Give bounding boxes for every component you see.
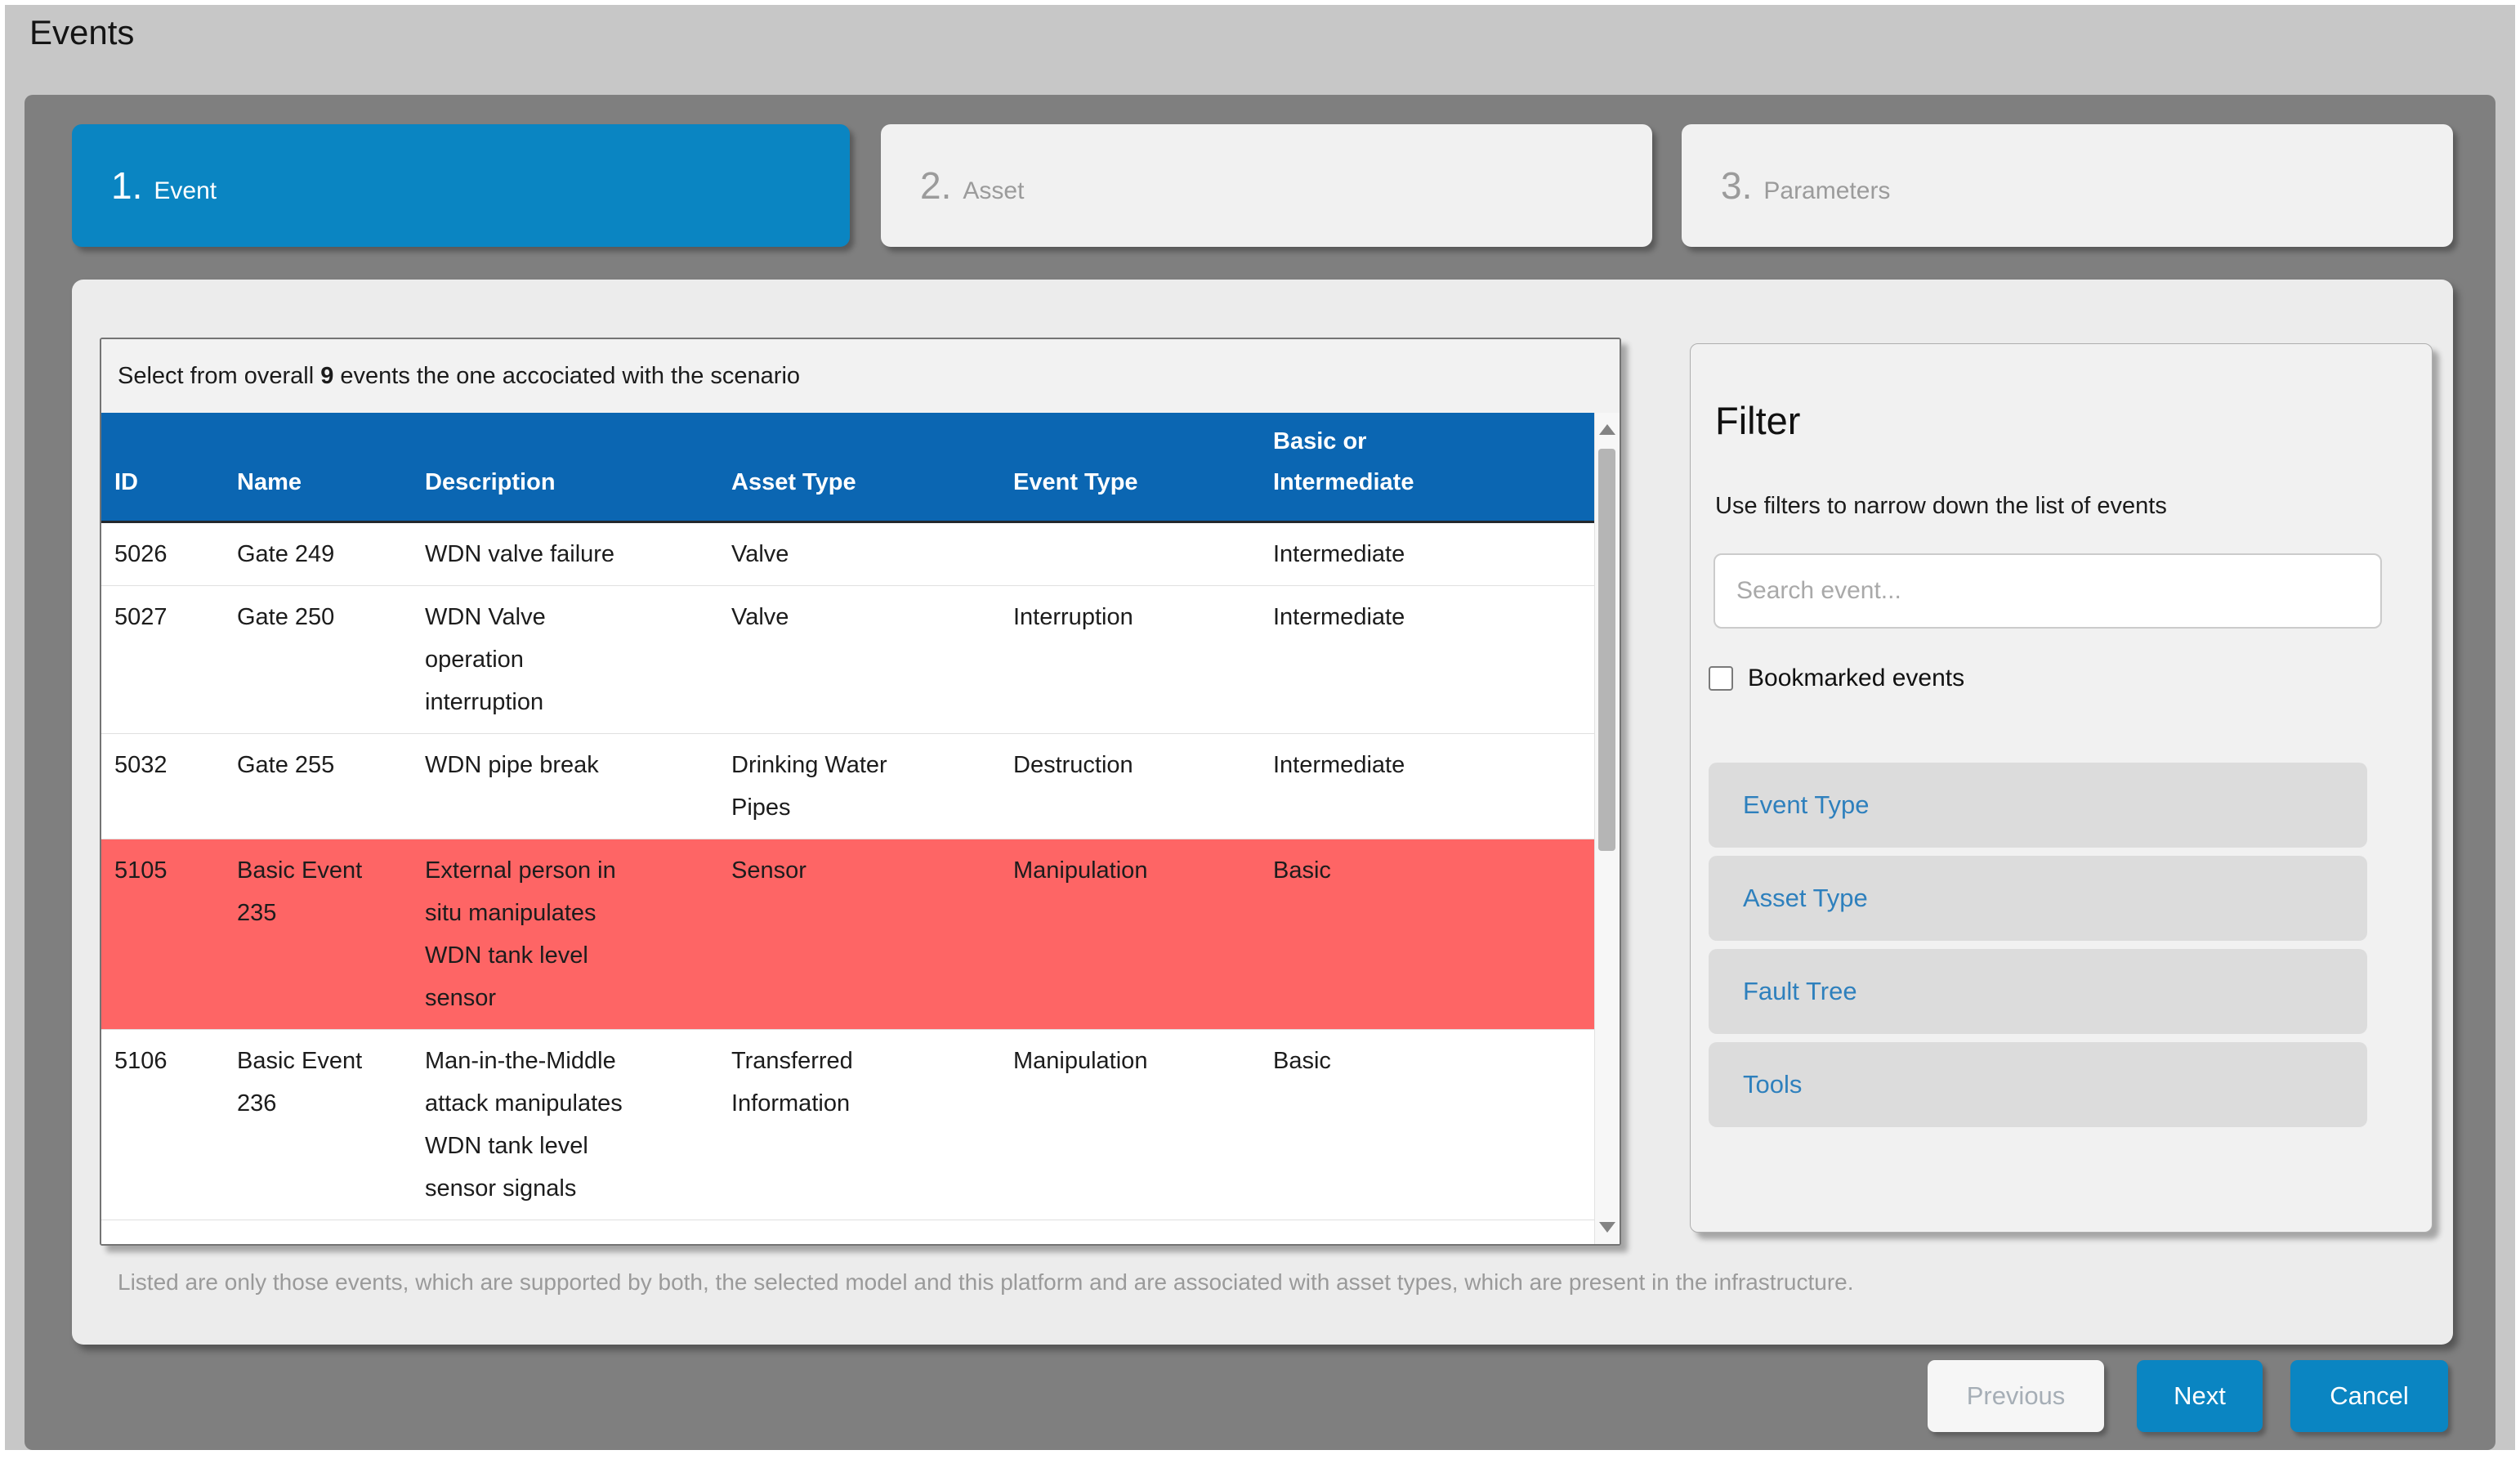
cell-event-type bbox=[1000, 522, 1260, 586]
tab-step-event[interactable]: 1. Event bbox=[72, 124, 850, 247]
column-header-asset-type: Asset Type bbox=[718, 413, 1000, 522]
tab-step-parameters[interactable]: 3. Parameters bbox=[1682, 124, 2453, 247]
caption-count: 9 bbox=[320, 363, 333, 389]
bookmarked-events-checkbox[interactable] bbox=[1709, 666, 1733, 691]
cell-id: 5106 bbox=[101, 1030, 224, 1220]
events-footnote: Listed are only those events, which are … bbox=[118, 1269, 2406, 1296]
cell-description: WDN Valve operation interruption bbox=[412, 586, 718, 734]
cell-basic-or-intermediate: Intermediate bbox=[1260, 522, 1594, 586]
next-button[interactable]: Next bbox=[2137, 1360, 2263, 1432]
events-table-caption: Select from overall 9 events the one acc… bbox=[101, 339, 1620, 413]
step-number: 2. bbox=[920, 167, 951, 204]
page-title: Events bbox=[29, 13, 134, 52]
cell-id: 5027 bbox=[101, 586, 224, 734]
table-row[interactable]: 5106 Basic Event 236 Man-in-the-Middle a… bbox=[101, 1030, 1594, 1220]
cell-basic-or-intermediate: Intermediate bbox=[1260, 586, 1594, 734]
tab-step-asset[interactable]: 2. Asset bbox=[881, 124, 1652, 247]
cell-id: 5032 bbox=[101, 734, 224, 839]
caption-suffix: events the one accociated with the scena… bbox=[333, 363, 800, 389]
step-content-card: Select from overall 9 events the one acc… bbox=[72, 280, 2453, 1345]
table-row[interactable]: 5026 Gate 249 WDN valve failure Valve In… bbox=[101, 522, 1594, 586]
step-label: Parameters bbox=[1763, 177, 1890, 205]
search-event-input[interactable] bbox=[1714, 553, 2382, 629]
table-row-selected[interactable]: 5105 Basic Event 235 External person in … bbox=[101, 839, 1594, 1030]
events-table: ID Name Description Asset Type Event Typ… bbox=[101, 413, 1594, 1220]
cell-description: WDN valve failure bbox=[412, 522, 718, 586]
step-label: Event bbox=[154, 177, 217, 205]
cell-asset-type: Transferred Information bbox=[718, 1030, 1000, 1220]
cell-basic-or-intermediate: Basic bbox=[1260, 1030, 1594, 1220]
cell-name: Basic Event 235 bbox=[224, 839, 412, 1030]
cell-description: External person in situ manipulates WDN … bbox=[412, 839, 718, 1030]
tab-step-event-inner: 1. Event bbox=[111, 167, 217, 205]
cell-description: WDN pipe break bbox=[412, 734, 718, 839]
bookmarked-events-label: Bookmarked events bbox=[1748, 665, 1964, 692]
cell-event-type: Interruption bbox=[1000, 586, 1260, 734]
table-header-row: ID Name Description Asset Type Event Typ… bbox=[101, 413, 1594, 522]
previous-button[interactable]: Previous bbox=[1928, 1360, 2104, 1432]
cell-id: 5026 bbox=[101, 522, 224, 586]
cell-asset-type: Valve bbox=[718, 586, 1000, 734]
column-header-event-type: Event Type bbox=[1000, 413, 1260, 522]
table-scrollbar[interactable] bbox=[1594, 413, 1620, 1244]
filter-title: Filter bbox=[1715, 398, 1800, 443]
column-header-id: ID bbox=[101, 413, 224, 522]
filter-section-event-type[interactable]: Event Type bbox=[1709, 763, 2367, 848]
events-table-scroll-area: ID Name Description Asset Type Event Typ… bbox=[101, 413, 1620, 1244]
filter-panel: Filter Use filters to narrow down the li… bbox=[1690, 343, 2433, 1233]
cell-asset-type: Sensor bbox=[718, 839, 1000, 1030]
wizard-panel: 1. Event 2. Asset 3. Parameters Select f… bbox=[25, 95, 2495, 1450]
cell-id: 5105 bbox=[101, 839, 224, 1030]
tab-step-parameters-inner: 3. Parameters bbox=[1721, 167, 1890, 205]
column-header-basic-or-intermediate: Basic or Intermediate bbox=[1260, 413, 1594, 522]
filter-section-fault-tree[interactable]: Fault Tree bbox=[1709, 949, 2367, 1034]
cell-description: Man-in-the-Middle attack manipulates WDN… bbox=[412, 1030, 718, 1220]
column-header-description: Description bbox=[412, 413, 718, 522]
step-label: Asset bbox=[963, 177, 1024, 205]
cell-name: Basic Event 236 bbox=[224, 1030, 412, 1220]
cancel-button[interactable]: Cancel bbox=[2290, 1360, 2448, 1432]
cell-asset-type: Valve bbox=[718, 522, 1000, 586]
cell-name: Gate 249 bbox=[224, 522, 412, 586]
table-row[interactable]: 5027 Gate 250 WDN Valve operation interr… bbox=[101, 586, 1594, 734]
cell-basic-or-intermediate: Basic bbox=[1260, 839, 1594, 1030]
cell-name: Gate 255 bbox=[224, 734, 412, 839]
column-header-name: Name bbox=[224, 413, 412, 522]
scrollbar-thumb[interactable] bbox=[1598, 449, 1615, 851]
cell-event-type: Manipulation bbox=[1000, 1030, 1260, 1220]
events-table-panel: Select from overall 9 events the one acc… bbox=[100, 338, 1621, 1246]
table-row[interactable]: 5032 Gate 255 WDN pipe break Drinking Wa… bbox=[101, 734, 1594, 839]
scroll-up-arrow-icon[interactable] bbox=[1599, 424, 1615, 435]
cell-event-type: Destruction bbox=[1000, 734, 1260, 839]
filter-section-asset-type[interactable]: Asset Type bbox=[1709, 856, 2367, 941]
cell-asset-type: Drinking Water Pipes bbox=[718, 734, 1000, 839]
scroll-down-arrow-icon[interactable] bbox=[1599, 1222, 1615, 1233]
filter-description: Use filters to narrow down the list of e… bbox=[1715, 493, 2167, 520]
cell-basic-or-intermediate: Intermediate bbox=[1260, 734, 1594, 839]
step-number: 1. bbox=[111, 167, 142, 204]
bookmarked-events-row: Bookmarked events bbox=[1709, 665, 1964, 692]
cell-name: Gate 250 bbox=[224, 586, 412, 734]
filter-section-tools[interactable]: Tools bbox=[1709, 1042, 2367, 1127]
step-number: 3. bbox=[1721, 167, 1752, 204]
cell-event-type: Manipulation bbox=[1000, 839, 1260, 1030]
caption-prefix: Select from overall bbox=[118, 363, 320, 389]
tab-step-asset-inner: 2. Asset bbox=[920, 167, 1024, 205]
events-screen: Events 1. Event 2. Asset 3. Parameters bbox=[0, 0, 2520, 1468]
